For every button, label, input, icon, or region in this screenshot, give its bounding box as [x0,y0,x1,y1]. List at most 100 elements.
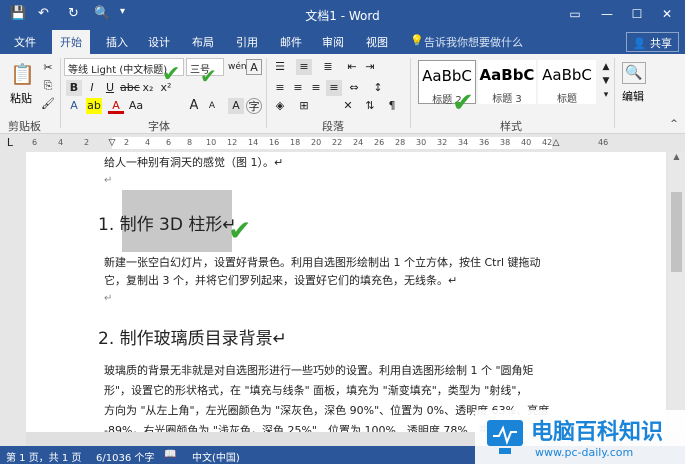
word-count[interactable]: 6/1036 个字 [96,449,154,464]
format-painter-icon[interactable]: 🖌 [40,96,56,112]
style-sample: AaBbC [542,66,592,84]
tab-mailings[interactable]: 邮件 [280,34,302,50]
ribbon-display-icon[interactable]: ▭ [560,2,590,26]
paste-button[interactable]: 粘贴 [10,90,32,106]
tab-file[interactable]: 文件 [14,34,36,50]
divider [60,58,61,128]
ruler-number: 34 [458,138,469,147]
grow-font-icon[interactable]: A [186,98,202,114]
close-icon[interactable]: ✕ [652,2,682,26]
scroll-thumb[interactable] [671,192,682,272]
tell-me-box[interactable]: 告诉我你想要做什么 [424,34,523,50]
tab-layout[interactable]: 布局 [192,34,214,50]
tab-home[interactable]: 开始 [52,30,90,54]
heading[interactable]: 1. 制作 3D 柱形↵ [98,210,237,235]
align-left-icon[interactable]: ≡ [272,80,288,96]
vertical-scrollbar[interactable]: ▲ [668,152,685,432]
justify-icon[interactable]: ≡ [326,80,342,96]
numbering-icon[interactable]: ≡ [296,59,312,75]
language[interactable]: 中文(中国) [192,449,240,464]
editing-button[interactable]: 编辑 [622,88,644,104]
share-label: 共享 [650,37,672,50]
page-count[interactable]: 第 1 页，共 1 页 [6,449,81,464]
strikethrough-icon[interactable]: abc [120,80,140,96]
vertical-ruler[interactable] [0,152,22,432]
style-name: 标题 3 [492,94,522,105]
bold-icon[interactable]: B [66,80,82,96]
highlight-icon[interactable]: ab [86,98,102,114]
group-paragraph: 段落 [322,120,344,133]
paragraph: 形"，设置它的形状格式，在 "填充与线条" 面板，填充为 "渐变填充"，类型为 … [104,384,528,397]
ruler-number: 6 [32,138,38,147]
sort-icon[interactable]: ⇅ [362,98,378,114]
checkmark-icon: ✔ [200,64,217,88]
multilevel-list-icon[interactable]: ≣ [320,59,336,75]
style-heading-3[interactable]: AaBbC 标题 3 [478,60,536,105]
ruler-number: 20 [311,138,322,147]
paragraph: 给人一种别有洞天的感觉（图 1）。↵ [104,156,284,169]
cut-icon[interactable]: ✂ [40,60,56,76]
tab-review[interactable]: 审阅 [322,34,344,50]
distributed-icon[interactable]: ⇔ [346,80,362,96]
line-spacing-icon[interactable]: ↕ [370,80,386,96]
ruler-number: 40 [521,138,532,147]
phonetic-guide-icon[interactable]: wén [228,59,247,75]
decrease-indent-icon[interactable]: ⇤ [344,59,360,75]
title-bar: 💾 ↶ ↻ 🔍 ▾ 文档1 - Word ▭ — ☐ ✕ [0,0,685,30]
underline-icon[interactable]: U [102,80,118,96]
shading-icon[interactable]: ◈ [272,98,288,114]
minimize-icon[interactable]: — [592,2,622,26]
style-title[interactable]: AaBbC 标题 [538,60,596,105]
tab-references[interactable]: 引用 [236,34,258,50]
enclose-char-icon[interactable]: 字 [246,98,262,114]
italic-icon[interactable]: I [84,80,100,96]
document-page[interactable]: 给人一种别有洞天的感觉（图 1）。↵ ↵ 1. 制作 3D 柱形↵ ✔ 新建一张… [26,152,666,432]
maximize-icon[interactable]: ☐ [622,2,652,26]
proofing-icon[interactable]: 📖 [164,449,176,460]
heading[interactable]: 2. 制作玻璃质目录背景↵ [98,324,287,349]
subscript-icon[interactable]: x₂ [140,80,156,96]
share-button[interactable]: 👤 共享 [625,32,679,52]
tab-insert[interactable]: 插入 [106,34,128,50]
bullets-icon[interactable]: ☰ [272,59,288,75]
tab-selector-icon[interactable]: L [2,135,18,151]
group-font: 字体 [148,120,170,133]
find-icon[interactable]: 🔍 [622,62,646,84]
copy-icon[interactable]: ⎘ [40,78,56,94]
person-icon: 👤 [632,37,647,50]
ruler-number: 6 [166,138,172,147]
paragraph: 玻璃质的背景无非就是对自选图形进行一些巧妙的设置。利用自选图形绘制 1 个 "圆… [104,364,534,377]
right-indent-icon[interactable]: △ [548,135,564,151]
ruler-number: 12 [227,138,238,147]
paste-icon[interactable]: 📋 [10,62,35,86]
change-case-icon[interactable]: Aa [128,98,144,114]
horizontal-ruler[interactable]: L 6 4 2 2 4 6 8 10 12 14 16 18 20 22 24 … [0,134,685,152]
style-sample: AaBbC [479,66,535,84]
checkmark-icon: ✔ [452,88,474,118]
indent-marker-icon[interactable]: ▽ [104,135,120,151]
show-marks-icon[interactable]: ¶ [384,98,400,114]
shrink-font-icon[interactable]: A [204,98,220,114]
borders-icon[interactable]: ⊞ [296,98,312,114]
text-effects-icon[interactable]: A [66,98,82,114]
char-shading-icon[interactable]: A [228,98,244,114]
ruler-number: 38 [500,138,511,147]
char-border-icon[interactable]: A [246,59,262,75]
chinese-layout-icon[interactable]: ✕ [340,98,356,114]
tab-view[interactable]: 视图 [366,34,388,50]
increase-indent-icon[interactable]: ⇥ [362,59,378,75]
paragraph: -89%，右光圈颜色为 "浅灰色，深色 25%"、位置为 100%、透明度 78… [104,424,501,432]
ruler-number: 2 [84,138,90,147]
ruler-number: 8 [187,138,193,147]
align-center-icon[interactable]: ≡ [290,80,306,96]
styles-scroll-icon[interactable]: ▲ ▼ ▾ [598,60,614,104]
logo-text: 电脑百科知识 [531,420,664,445]
collapse-ribbon-icon[interactable]: ^ [666,116,682,132]
align-right-icon[interactable]: ≡ [308,80,324,96]
checkmark-icon: ✔ [162,62,181,87]
scroll-up-icon[interactable]: ▲ [668,152,685,166]
monitor-logo-icon [487,420,523,454]
tab-design[interactable]: 设计 [148,34,170,50]
font-color-icon[interactable]: A [108,98,124,114]
ruler-number: 36 [479,138,490,147]
